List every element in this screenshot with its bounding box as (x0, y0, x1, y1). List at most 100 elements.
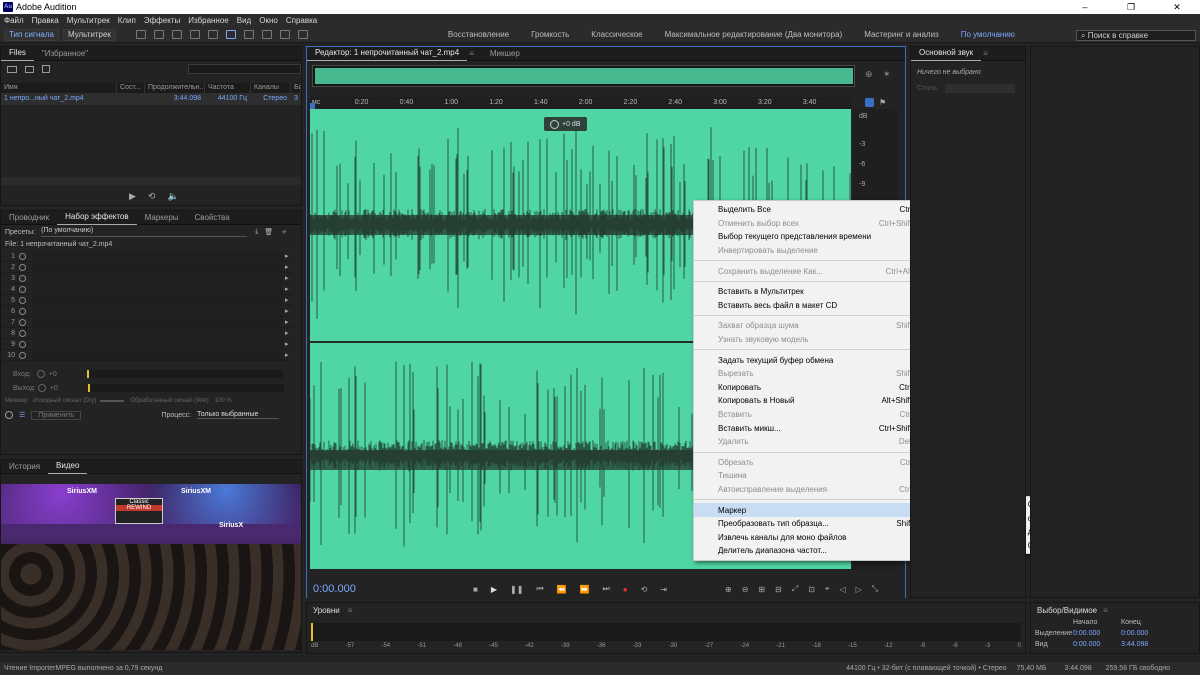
panel-menu-icon[interactable]: ≡ (983, 49, 988, 58)
zoom-in-time-icon[interactable]: ⊞ (758, 585, 765, 594)
rewind-icon[interactable]: ⏪ (557, 585, 567, 594)
slot-arrow-icon[interactable]: ▸ (285, 307, 293, 315)
marker-flag-icon[interactable]: ⚑ (879, 98, 886, 107)
selection-view-menu-icon[interactable]: ≡ (1103, 606, 1108, 615)
slot-arrow-icon[interactable]: ▸ (285, 274, 293, 282)
skip-selection-icon[interactable]: ⇥ (660, 585, 667, 594)
col-name[interactable]: Имя (1, 83, 117, 93)
pin-icon[interactable]: ✶ (883, 69, 891, 80)
menu-item[interactable]: Выделить ВсеCtrl+A (694, 203, 936, 217)
effect-slot[interactable]: 9 ▸ (1, 339, 293, 350)
levels-menu-icon[interactable]: ≡ (348, 606, 353, 615)
selection-start[interactable]: 0:00.000 (1073, 630, 1121, 637)
tab-mixer[interactable]: Микшер (482, 47, 528, 61)
tab-markers[interactable]: Маркеры (137, 211, 187, 225)
hud-gain[interactable]: +0 dB (544, 117, 587, 131)
tab-files[interactable]: Files (1, 46, 34, 61)
input-knob[interactable] (36, 370, 45, 378)
style-select[interactable] (944, 84, 1015, 93)
slot-effect-field[interactable] (32, 328, 283, 338)
menu-multitrack[interactable]: Мультитрек (67, 14, 110, 27)
effect-slot[interactable]: 10 ▸ (1, 350, 293, 361)
menu-item[interactable]: Извлечь каналы для моно файлов (694, 530, 936, 544)
pitch-display-icon[interactable] (153, 30, 164, 39)
play-icon[interactable]: ▶ (491, 585, 497, 594)
slot-power-icon[interactable] (19, 307, 26, 315)
save-preset-icon[interactable]: ⤓ (255, 228, 258, 236)
lasso-tool-icon[interactable] (261, 30, 272, 39)
col-status[interactable]: Сост... (117, 83, 145, 93)
workspace-loudness[interactable]: Громкость (531, 27, 569, 43)
menu-favorites[interactable]: Избранное (188, 14, 229, 27)
razor-tool-icon[interactable] (189, 30, 200, 39)
multitrack-view-button[interactable]: Мультитрек (62, 28, 116, 41)
view-end[interactable]: 3:44.098 (1121, 641, 1148, 648)
menu-item[interactable]: Вставить весь файл в макет CD› (694, 299, 936, 313)
go-to-start-icon[interactable]: ⏮ (536, 584, 543, 594)
slot-power-icon[interactable] (19, 351, 26, 359)
menu-item[interactable]: Вставить микш... Ctrl+Shift+V (694, 421, 936, 435)
slot-effect-field[interactable] (32, 339, 283, 349)
col-channels[interactable]: Каналы (251, 83, 291, 93)
slot-effect-field[interactable] (32, 284, 283, 294)
workspace-classic[interactable]: Классическое (591, 27, 642, 43)
list-icon[interactable]: ☰ (19, 411, 25, 419)
delete-preset-icon[interactable]: 🗑 (264, 228, 273, 236)
slot-power-icon[interactable] (19, 274, 26, 282)
col-bits[interactable]: Би (291, 83, 301, 93)
tab-favorites[interactable]: "Избранное" (34, 47, 96, 61)
brush-tool-icon[interactable] (279, 30, 290, 39)
slot-arrow-icon[interactable]: ▸ (285, 318, 293, 326)
files-scrollbar[interactable] (1, 177, 301, 185)
zoom-to-selection-icon[interactable]: ⤡ (872, 584, 878, 594)
presets-select[interactable]: (По умолчанию) (41, 227, 248, 237)
effect-slot[interactable]: 7 ▸ (1, 317, 293, 328)
open-file-icon[interactable] (7, 65, 17, 73)
import-file-icon[interactable] (24, 65, 35, 73)
gain-knob-icon[interactable] (550, 119, 559, 129)
slip-tool-icon[interactable] (207, 30, 218, 39)
time-ruler[interactable]: мс 0:20 0:40 1:00 1:20 1:40 2:00 2:20 2:40 3:00 3:… (310, 97, 851, 109)
slot-arrow-icon[interactable]: ▸ (285, 296, 293, 304)
zoom-to-fit-icon[interactable]: ⊕ (865, 69, 873, 80)
zoom-out-amplitude-icon[interactable]: ⊖ (742, 585, 749, 594)
move-tool-icon[interactable] (171, 30, 182, 39)
zoom-in-point-icon[interactable]: ⊡ (808, 585, 815, 594)
slot-effect-field[interactable] (32, 251, 283, 261)
output-knob[interactable] (37, 384, 46, 392)
effect-slot[interactable]: 3 ▸ (1, 273, 293, 284)
slot-power-icon[interactable] (19, 329, 26, 337)
slot-effect-field[interactable] (32, 273, 283, 283)
maximize-icon[interactable]: ❐ (1108, 0, 1154, 14)
close-icon[interactable]: ✕ (1154, 0, 1200, 14)
zoom-selection-icon[interactable]: ⌖ (825, 584, 830, 594)
zoom-left-icon[interactable]: ◁ (839, 585, 845, 594)
loop-preview-icon[interactable]: ⟲ (148, 191, 156, 202)
tab-essential-sound[interactable]: Основной звук (911, 46, 982, 61)
tab-history[interactable]: История (1, 460, 48, 474)
volume-icon[interactable]: 🔈 (167, 191, 178, 202)
play-preview-icon[interactable]: ▶ (129, 191, 136, 202)
effect-slot[interactable]: 5 ▸ (1, 295, 293, 306)
pause-icon[interactable]: ❚❚ (510, 585, 523, 594)
menu-effects[interactable]: Эффекты (144, 14, 180, 27)
marquee-tool-icon[interactable] (243, 30, 254, 39)
menu-item[interactable]: Копировать в Новый Alt+Shift+C (694, 394, 936, 408)
col-duration[interactable]: Продолжительн... (145, 83, 205, 93)
tab-editor[interactable]: Редактор: 1 непрочитанный чат_2.mp4 (307, 46, 468, 61)
apply-button[interactable]: Применить (31, 410, 82, 420)
tab-effects-rack[interactable]: Набор эффектов (57, 210, 137, 225)
slot-arrow-icon[interactable]: ▸ (285, 329, 293, 337)
menu-item[interactable]: Вставить в Мультитрек› (694, 285, 936, 299)
go-to-end-icon[interactable]: ⏭ (603, 584, 610, 594)
process-select[interactable]: Только выбранные (197, 411, 280, 419)
menu-item[interactable]: Задать текущий буфер обмена› (694, 353, 936, 367)
menu-file[interactable]: Файл (4, 14, 24, 27)
zoom-out-time-icon[interactable]: ⊟ (775, 585, 782, 594)
effect-slot[interactable]: 6 ▸ (1, 306, 293, 317)
spectral-display-icon[interactable] (135, 30, 146, 39)
slot-power-icon[interactable] (19, 263, 26, 271)
tab-explorer[interactable]: Проводник (1, 211, 57, 225)
menu-item[interactable]: Выбор текущего представления времени (694, 230, 936, 244)
fast-forward-icon[interactable]: ⏩ (580, 585, 590, 594)
